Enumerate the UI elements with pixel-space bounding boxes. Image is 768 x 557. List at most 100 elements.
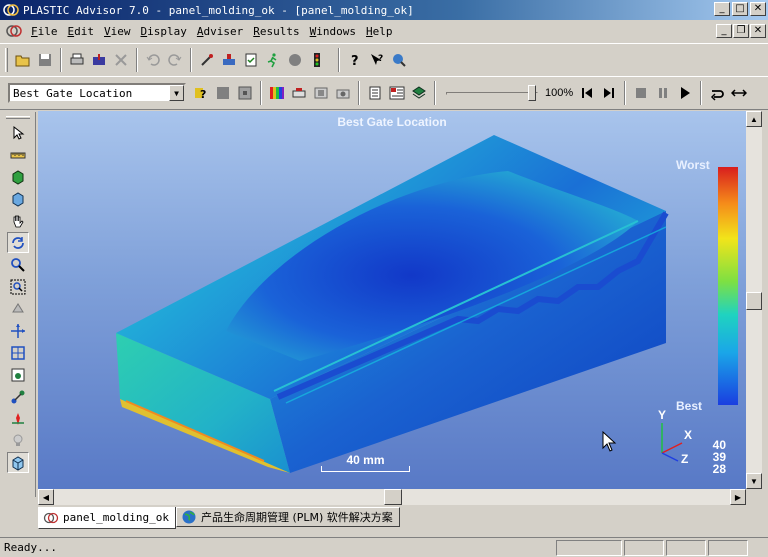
run-analysis-button[interactable] (262, 49, 284, 71)
connect-button[interactable] (7, 386, 29, 407)
menu-results[interactable]: Results (248, 25, 304, 38)
scroll-right-button[interactable]: ▶ (730, 489, 746, 505)
title-bar: PLASTIC Advisor 7.0 - panel_molding_ok -… (0, 0, 768, 20)
loop-icon (711, 90, 724, 101)
menu-adviser[interactable]: Adviser (192, 25, 248, 38)
play-button[interactable] (674, 82, 696, 104)
vertical-scroll-thumb[interactable] (746, 292, 762, 310)
print-result-button[interactable] (288, 82, 310, 104)
minimize-button[interactable]: _ (714, 2, 730, 16)
checklist-icon (245, 53, 257, 67)
axis-triad: Y X Z (658, 408, 692, 465)
perspective-button[interactable] (6, 452, 29, 473)
set-gate-button[interactable] (196, 49, 218, 71)
scroll-down-button[interactable]: ▼ (746, 473, 762, 489)
zoom-box-button[interactable] (7, 276, 29, 297)
svg-text:?: ? (351, 54, 359, 68)
measure-button[interactable] (7, 144, 29, 165)
vertical-scrollbar[interactable]: ▲ ▼ (746, 111, 762, 489)
traffic-light-button[interactable] (306, 49, 328, 71)
center-button[interactable] (7, 320, 29, 341)
shaded-button[interactable] (212, 82, 234, 104)
toolbar-grip[interactable] (5, 48, 8, 72)
web-help-button[interactable] (388, 49, 410, 71)
menu-help[interactable]: Help (361, 25, 398, 38)
menu-file[interactable]: File (26, 25, 63, 38)
doc-minimize-button[interactable]: _ (716, 24, 732, 38)
document-logo-icon[interactable] (6, 23, 22, 39)
pan-button[interactable] (7, 210, 29, 231)
layers-button[interactable] (408, 82, 430, 104)
pause-button[interactable] (652, 82, 674, 104)
toolbar-grip[interactable] (5, 116, 30, 119)
menu-display[interactable]: Display (136, 25, 192, 38)
locate-button[interactable] (7, 364, 29, 385)
open-button[interactable] (12, 49, 34, 71)
stop-button[interactable] (284, 49, 306, 71)
scroll-up-button[interactable]: ▲ (746, 111, 762, 127)
delete-button[interactable] (110, 49, 132, 71)
layers-icon (412, 86, 426, 99)
doc-close-button[interactable]: ✕ (750, 24, 766, 38)
animation-percent: 100% (545, 87, 574, 99)
animate-button[interactable] (310, 82, 332, 104)
step-back-button[interactable] (576, 82, 598, 104)
redo-button[interactable] (164, 49, 186, 71)
part-model[interactable] (38, 111, 746, 489)
report-wizard-button[interactable] (386, 82, 408, 104)
tab-plm-page[interactable]: 产品生命周期管理 (PLM) 软件解决方案 (175, 507, 400, 527)
help-button[interactable]: ? (344, 49, 366, 71)
molding-button[interactable] (218, 49, 240, 71)
animation-slider[interactable] (446, 83, 538, 103)
center-axes-icon (10, 323, 25, 338)
scroll-left-button[interactable]: ◀ (38, 489, 54, 505)
lighting-button[interactable] (7, 430, 29, 451)
context-help-button[interactable]: ? (366, 49, 388, 71)
tab-panel-molding[interactable]: panel_molding_ok (38, 507, 176, 529)
globe-icon (182, 510, 196, 524)
menu-windows[interactable]: Windows (305, 25, 361, 38)
view-front-button[interactable] (7, 166, 29, 187)
stop-anim-button[interactable] (630, 82, 652, 104)
horizontal-scrollbar[interactable]: ◀ ▶ (38, 489, 746, 505)
light-bulb-icon (13, 434, 22, 446)
mesh-button[interactable] (7, 408, 29, 429)
model-viewport[interactable]: Best Gate Location Worst Best 40 mm Y X … (38, 111, 746, 489)
snapshot-button[interactable] (332, 82, 354, 104)
result-info-button[interactable]: ? (190, 82, 212, 104)
section-button[interactable] (7, 298, 29, 319)
horizontal-scroll-thumb[interactable] (384, 489, 402, 505)
maximize-button[interactable]: □ (732, 2, 748, 16)
undo-button[interactable] (142, 49, 164, 71)
coordinate-readout: 40 39 28 (710, 439, 726, 475)
axis-y-label: Y (658, 408, 666, 422)
loop-button[interactable] (706, 82, 728, 104)
color-scale-button[interactable] (266, 82, 288, 104)
step-forward-icon (604, 88, 615, 98)
axis-z-label: Z (681, 452, 688, 465)
save-button[interactable] (34, 49, 56, 71)
traffic-light-icon (314, 53, 320, 67)
step-forward-button[interactable] (598, 82, 620, 104)
outline-button[interactable] (234, 82, 256, 104)
result-info-icon: ? (195, 88, 206, 101)
bounce-button[interactable] (728, 82, 750, 104)
view-iso-button[interactable] (7, 188, 29, 209)
chevron-down-icon[interactable]: ▼ (169, 85, 184, 101)
print-button[interactable] (66, 49, 88, 71)
select-tool-button[interactable] (7, 122, 29, 143)
rotate-button[interactable] (6, 232, 29, 253)
menu-view[interactable]: View (99, 25, 136, 38)
check-button[interactable] (240, 49, 262, 71)
import-button[interactable] (88, 49, 110, 71)
doc-restore-button[interactable]: ❐ (733, 24, 749, 38)
close-button[interactable]: ✕ (750, 2, 766, 16)
menu-edit[interactable]: Edit (63, 25, 100, 38)
slider-thumb[interactable] (528, 85, 536, 101)
zoom-button[interactable] (7, 254, 29, 275)
status-panel (556, 540, 622, 556)
result-type-select[interactable]: Best Gate Location ▼ (8, 83, 186, 103)
report-button[interactable] (364, 82, 386, 104)
section-plane-icon (11, 302, 24, 312)
fit-button[interactable] (7, 342, 29, 363)
